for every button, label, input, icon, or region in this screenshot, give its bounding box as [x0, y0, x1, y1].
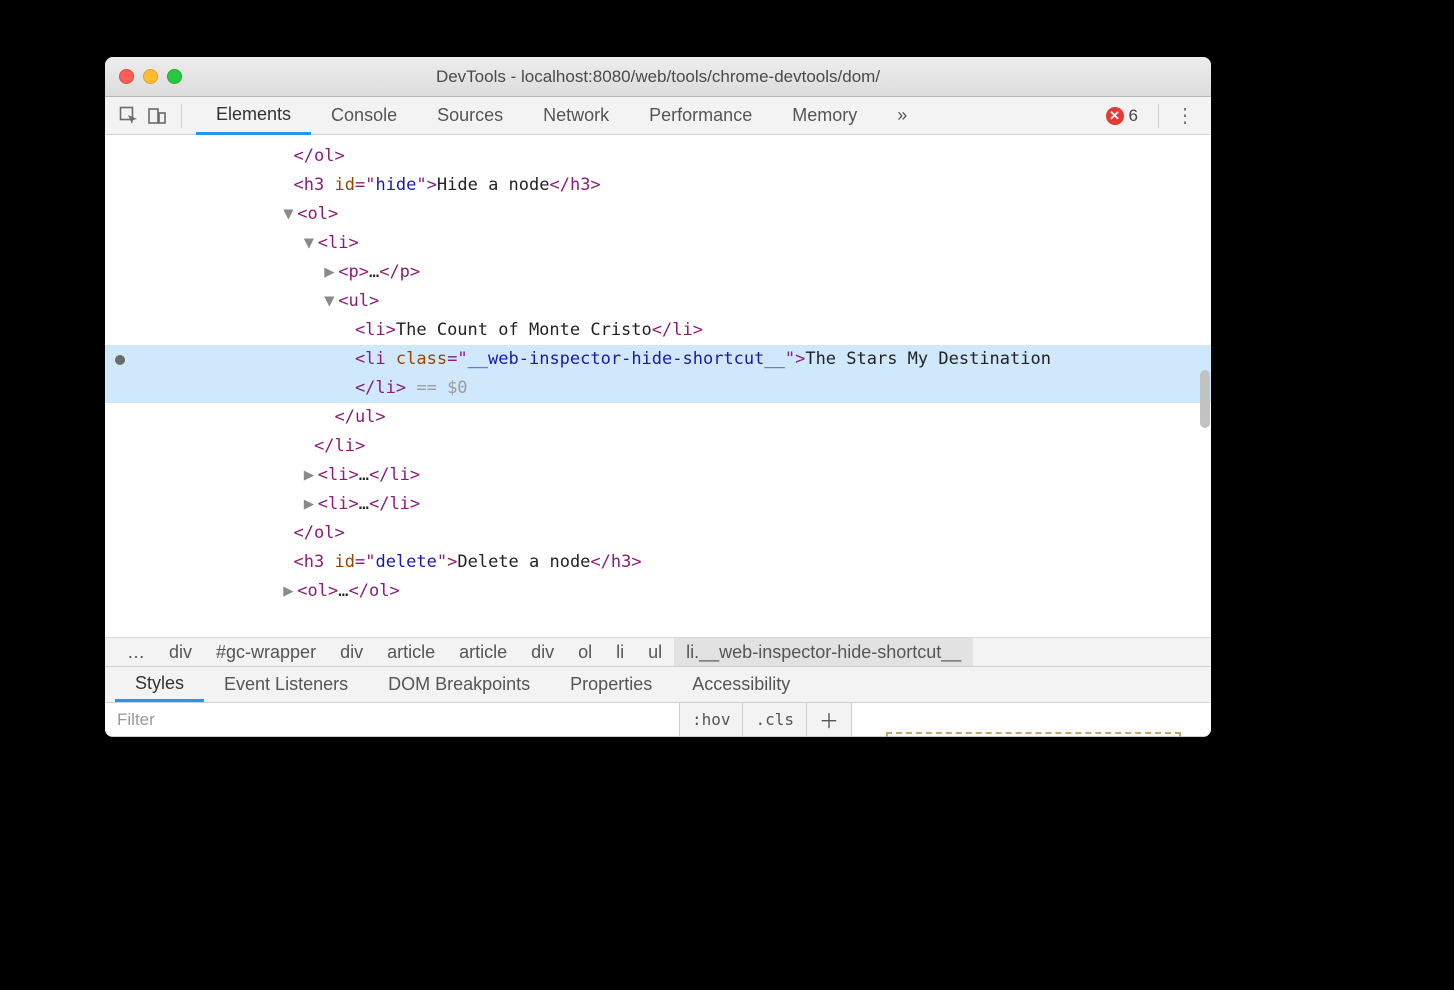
breadcrumb-item[interactable]: article: [447, 638, 519, 666]
expand-toggle-icon[interactable]: ▶: [304, 135, 318, 142]
breadcrumb-item[interactable]: div: [157, 638, 204, 666]
dom-tree-row[interactable]: ▶<li>…</li>: [105, 490, 1211, 519]
breadcrumb-item[interactable]: #gc-wrapper: [204, 638, 328, 666]
tab-memory[interactable]: Memory: [772, 97, 877, 135]
tab-properties[interactable]: Properties: [550, 667, 672, 702]
dom-tree-row[interactable]: <li class="__web-inspector-hide-shortcut…: [105, 345, 1211, 374]
dom-tree-row[interactable]: ▼<ol>: [105, 200, 1211, 229]
styles-filter-input[interactable]: [105, 703, 679, 736]
dom-tree-row[interactable]: ▶<ol>…</ol>: [105, 577, 1211, 606]
dom-tree-row[interactable]: </li> == $0: [105, 374, 1211, 403]
styles-toolbar: :hov .cls ＋: [105, 703, 1211, 737]
tab-sources[interactable]: Sources: [417, 97, 523, 135]
breadcrumb-item[interactable]: article: [375, 638, 447, 666]
tab-event-listeners[interactable]: Event Listeners: [204, 667, 368, 702]
more-options-icon[interactable]: ⋮: [1169, 103, 1201, 128]
dom-tree-row[interactable]: </ol>: [105, 142, 1211, 171]
tab-network[interactable]: Network: [523, 97, 629, 135]
box-model-margin-outline: [886, 732, 1181, 737]
titlebar: DevTools - localhost:8080/web/tools/chro…: [105, 57, 1211, 97]
tabs-overflow[interactable]: »: [877, 97, 927, 135]
expand-toggle-icon[interactable]: ▶: [324, 258, 338, 287]
panel-tabs: Elements Console Sources Network Perform…: [196, 97, 927, 135]
expand-toggle-icon[interactable]: ▶: [304, 490, 318, 519]
tab-performance[interactable]: Performance: [629, 97, 772, 135]
expand-toggle-icon[interactable]: ▼: [283, 200, 297, 229]
dom-tree-row[interactable]: ▼<li>: [105, 229, 1211, 258]
tab-console[interactable]: Console: [311, 97, 417, 135]
styles-panel-tabs: Styles Event Listeners DOM Breakpoints P…: [105, 667, 1211, 703]
breadcrumb-item[interactable]: ol: [566, 638, 604, 666]
toolbar-separator: [181, 104, 182, 128]
dom-tree-row[interactable]: ▼<ul>: [105, 287, 1211, 316]
hover-state-button[interactable]: :hov: [679, 703, 743, 736]
expand-toggle-icon[interactable]: ▶: [283, 577, 297, 606]
expand-toggle-icon[interactable]: ▼: [324, 287, 338, 316]
dom-tree-row[interactable]: </li>: [105, 432, 1211, 461]
devtools-window: DevTools - localhost:8080/web/tools/chro…: [105, 57, 1211, 737]
breadcrumb-item-selected[interactable]: li.__web-inspector-hide-shortcut__: [674, 638, 973, 666]
dom-tree-row[interactable]: </ul>: [105, 403, 1211, 432]
breadcrumb-item[interactable]: li: [604, 638, 636, 666]
elements-dom-tree[interactable]: ▶<li>…</li> </ol> <h3 id="hide">Hide a n…: [105, 135, 1211, 637]
tab-styles[interactable]: Styles: [115, 667, 204, 702]
new-style-rule-button[interactable]: ＋: [806, 703, 851, 736]
dom-tree-row[interactable]: <h3 id="delete">Delete a node</h3>: [105, 548, 1211, 577]
breadcrumb-item[interactable]: div: [519, 638, 566, 666]
error-icon: ✕: [1106, 107, 1124, 125]
window-title: DevTools - localhost:8080/web/tools/chro…: [105, 67, 1211, 87]
hidden-node-indicator-icon: [115, 355, 125, 365]
toolbar-separator: [1158, 104, 1159, 128]
computed-preview-area: [851, 703, 1211, 736]
inspect-element-icon[interactable]: [115, 102, 143, 130]
dom-tree-row[interactable]: </ol>: [105, 519, 1211, 548]
dom-tree-row[interactable]: <h3 id="hide">Hide a node</h3>: [105, 171, 1211, 200]
dom-tree-row[interactable]: ▶<p>…</p>: [105, 258, 1211, 287]
breadcrumb-item[interactable]: ul: [636, 638, 674, 666]
cls-button[interactable]: .cls: [742, 703, 806, 736]
tab-elements[interactable]: Elements: [196, 97, 311, 135]
expand-toggle-icon[interactable]: ▼: [304, 229, 318, 258]
dom-tree-row[interactable]: ▶<li>…</li>: [105, 135, 1211, 142]
scrollbar-thumb[interactable]: [1200, 370, 1210, 428]
expand-toggle-icon[interactable]: ▶: [304, 461, 318, 490]
dom-tree-row[interactable]: ▶<li>…</li>: [105, 461, 1211, 490]
main-toolbar: Elements Console Sources Network Perform…: [105, 97, 1211, 135]
tab-accessibility[interactable]: Accessibility: [672, 667, 810, 702]
tab-dom-breakpoints[interactable]: DOM Breakpoints: [368, 667, 550, 702]
breadcrumb-ellipsis[interactable]: …: [115, 638, 157, 666]
breadcrumb-item[interactable]: div: [328, 638, 375, 666]
breadcrumb-bar: … div #gc-wrapper div article article di…: [105, 637, 1211, 667]
dom-tree-row[interactable]: <li>The Count of Monte Cristo</li>: [105, 316, 1211, 345]
error-count: 6: [1129, 106, 1138, 126]
device-toolbar-icon[interactable]: [143, 102, 171, 130]
error-count-badge[interactable]: ✕ 6: [1106, 106, 1138, 126]
